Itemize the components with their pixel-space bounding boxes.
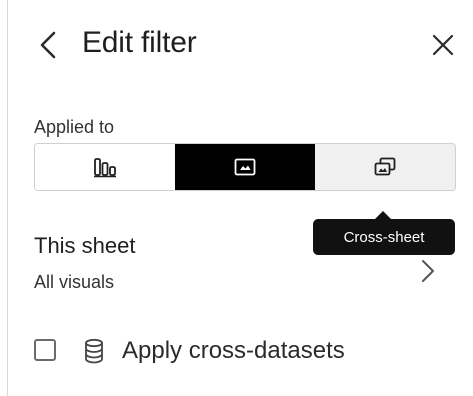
apply-cross-datasets-row: Apply cross-datasets bbox=[34, 335, 454, 367]
chevron-right-icon bbox=[422, 260, 434, 282]
apply-cross-datasets-label: Apply cross-datasets bbox=[122, 337, 345, 364]
apply-cross-datasets-checkbox[interactable] bbox=[34, 339, 56, 361]
bar-chart-icon bbox=[94, 158, 116, 178]
single-visual-icon bbox=[234, 158, 256, 176]
panel-header: Edit filter bbox=[36, 22, 456, 68]
chevron-left-icon bbox=[40, 31, 56, 59]
edit-filter-panel: Edit filter Applied to This sheet All vi… bbox=[0, 0, 473, 396]
applied-to-segmented-control bbox=[34, 143, 456, 191]
applied-to-option-single-visual[interactable] bbox=[35, 144, 175, 190]
close-button[interactable] bbox=[430, 32, 456, 58]
applied-to-label: Applied to bbox=[34, 117, 115, 137]
database-icon bbox=[85, 338, 103, 364]
applied-to-option-cross-sheet[interactable] bbox=[315, 144, 455, 190]
cross-sheet-icon bbox=[374, 157, 396, 176]
panel-divider bbox=[7, 0, 8, 396]
page-title: Edit filter bbox=[82, 26, 197, 59]
close-icon bbox=[432, 34, 454, 56]
scope-title: This sheet bbox=[34, 233, 136, 258]
applied-to-option-this-sheet[interactable] bbox=[175, 144, 315, 190]
scope-subtitle: All visuals bbox=[34, 272, 115, 292]
cross-sheet-tooltip: Cross-sheet bbox=[313, 211, 455, 255]
back-button[interactable] bbox=[36, 28, 62, 62]
